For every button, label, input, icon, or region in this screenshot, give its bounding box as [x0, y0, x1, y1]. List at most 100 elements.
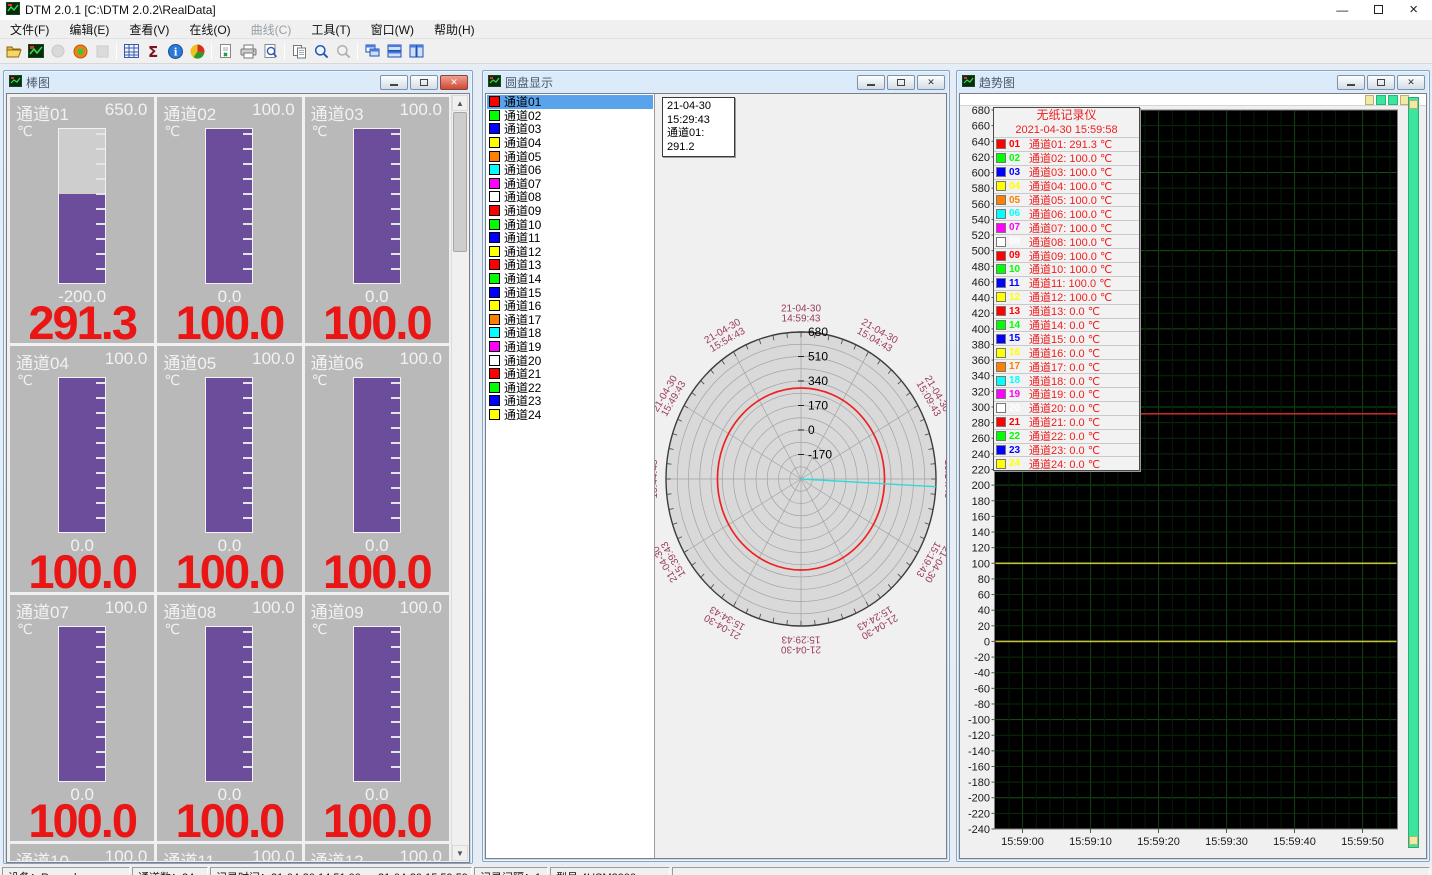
- trend-top-scrollbar[interactable]: [960, 94, 1426, 106]
- legend-color-swatch: [996, 223, 1006, 233]
- legend-color-swatch: [996, 334, 1006, 344]
- scroll-track-segment[interactable]: [1376, 95, 1386, 105]
- legend-color-swatch: [996, 306, 1006, 316]
- menu-edit[interactable]: 编辑(E): [59, 19, 119, 40]
- y-axis-label: -220: [968, 808, 990, 820]
- bar-gauge-cell: 通道10100.0℃0.0100.0: [10, 844, 154, 861]
- menu-curve[interactable]: 曲线(C): [241, 19, 302, 40]
- y-axis-label: 220: [972, 465, 990, 477]
- trend-window-titlebar[interactable]: 趋势图 ✕: [959, 73, 1427, 93]
- scroll-up-icon[interactable]: ▲: [452, 95, 468, 111]
- trend-restore-button[interactable]: [1367, 75, 1395, 90]
- y-axis-label: -140: [968, 746, 990, 758]
- tooltip-time: 15:29:43: [667, 114, 730, 128]
- bar-minimize-button[interactable]: [380, 75, 408, 90]
- statistics-sigma-icon[interactable]: Σ: [142, 41, 164, 62]
- bar-scrollbar[interactable]: ▲ ▼: [451, 95, 468, 861]
- y-axis-label: 160: [972, 511, 990, 523]
- bar-close-button[interactable]: ✕: [440, 75, 468, 90]
- legend-color-swatch: [996, 264, 1006, 274]
- disc-window-titlebar[interactable]: 圆盘显示 ✕: [485, 73, 947, 93]
- y-axis-label: 300: [972, 402, 990, 414]
- trend-window-icon: [962, 75, 975, 90]
- gauge-ticks: [96, 133, 105, 279]
- channel-color-swatch: [489, 341, 500, 352]
- minimize-button[interactable]: —: [1336, 4, 1348, 16]
- copy-icon[interactable]: [288, 41, 310, 62]
- open-file-icon[interactable]: [3, 41, 25, 62]
- menu-window[interactable]: 窗口(W): [361, 19, 424, 40]
- status-segment: 记录时间：21-04-30 14:51:00 — 21-04-30 15:59:…: [210, 867, 472, 875]
- restore-button[interactable]: [1374, 4, 1383, 16]
- scroll-track-segment[interactable]: [1388, 95, 1398, 105]
- legend-channel-number: 07: [1009, 222, 1026, 233]
- bar-restore-button[interactable]: [410, 75, 438, 90]
- scroll-thumb[interactable]: [453, 112, 467, 252]
- record-icon[interactable]: [69, 41, 91, 62]
- disc-restore-button[interactable]: [887, 75, 915, 90]
- trend-minimize-button[interactable]: [1337, 75, 1365, 90]
- bar-window-titlebar[interactable]: 棒图 ✕: [6, 73, 470, 93]
- legend-channel-number: 08: [1009, 236, 1026, 247]
- range-max: 100.0: [252, 100, 295, 125]
- bar-gauge: [353, 377, 401, 533]
- legend-color-swatch: [996, 237, 1006, 247]
- y-axis-label: 460: [972, 277, 990, 289]
- cascade-windows-icon[interactable]: [361, 41, 383, 62]
- tile-vertical-icon[interactable]: [405, 41, 427, 62]
- legend-datetime: 2021-04-30 15:59:58: [994, 123, 1139, 137]
- export-icon[interactable]: [215, 41, 237, 62]
- legend-row: 01通道01: 291.3 ℃: [994, 137, 1139, 151]
- gauge-ticks: [391, 631, 400, 777]
- gauge-ticks: [96, 382, 105, 528]
- channel-name: 通道10: [16, 847, 69, 861]
- trend-window-title: 趋势图: [979, 74, 1333, 91]
- scroll-down-button[interactable]: [1409, 836, 1418, 845]
- bar-gauge-cell: 通道11100.0℃0.0100.0: [157, 844, 301, 861]
- zoom-icon[interactable]: [310, 41, 332, 62]
- disc-close-button[interactable]: ✕: [917, 75, 945, 90]
- channel-color-swatch: [489, 273, 500, 284]
- y-axis-label: 120: [972, 543, 990, 555]
- dtm-app: { "window": { "title": "DTM 2.0.1 [C:\\D…: [0, 0, 1432, 875]
- menu-help[interactable]: 帮助(H): [424, 19, 485, 40]
- window-title: DTM 2.0.1 [C:\DTM 2.0.2\RealData]: [25, 3, 1331, 17]
- toolbar: Σi: [0, 39, 1432, 64]
- menu-view[interactable]: 查看(V): [119, 19, 179, 40]
- data-table-icon[interactable]: [120, 41, 142, 62]
- trend-vertical-scrollbar[interactable]: [1408, 97, 1419, 848]
- toolbar-separator: [284, 43, 285, 60]
- scroll-down-icon[interactable]: ▼: [452, 845, 468, 861]
- legend-row: 10通道10: 100.0 ℃: [994, 262, 1139, 276]
- scroll-left-button[interactable]: [1365, 95, 1374, 105]
- print-icon[interactable]: [237, 41, 259, 62]
- menu-file[interactable]: 文件(F): [0, 19, 59, 40]
- trend-close-button[interactable]: ✕: [1397, 75, 1425, 90]
- channel-list-item[interactable]: 通道24: [487, 408, 653, 422]
- zoom-out-icon: [332, 41, 354, 62]
- close-button[interactable]: ×: [1409, 4, 1418, 16]
- info-icon[interactable]: i: [164, 41, 186, 62]
- channel-value: 100.0: [305, 295, 449, 343]
- range-max: 100.0: [399, 847, 442, 861]
- menu-tools[interactable]: 工具(T): [301, 19, 360, 40]
- legend-channel-number: 20: [1009, 403, 1026, 414]
- dtm-chart-icon[interactable]: [25, 41, 47, 62]
- tile-horizontal-icon[interactable]: [383, 41, 405, 62]
- legend-row: 20通道20: 0.0 ℃: [994, 401, 1139, 415]
- legend-color-swatch: [996, 417, 1006, 427]
- polar-chart-area: 6805103401700-17021-04-3014:59:4321-04-3…: [655, 94, 946, 858]
- print-preview-icon[interactable]: [259, 41, 281, 62]
- toolbar-separator: [357, 43, 358, 60]
- pie-chart-icon[interactable]: [186, 41, 208, 62]
- channel-color-swatch: [489, 327, 500, 338]
- y-axis-label: 340: [972, 371, 990, 383]
- unit-label: ℃: [312, 621, 328, 638]
- channel-value: 100.0: [10, 544, 154, 592]
- gauge-header: 通道07100.0: [10, 595, 154, 623]
- scroll-up-button[interactable]: [1409, 100, 1418, 109]
- legend-color-swatch: [996, 320, 1006, 330]
- menu-online[interactable]: 在线(O): [179, 19, 240, 40]
- disc-minimize-button[interactable]: [857, 75, 885, 90]
- y-axis-label: 580: [972, 183, 990, 195]
